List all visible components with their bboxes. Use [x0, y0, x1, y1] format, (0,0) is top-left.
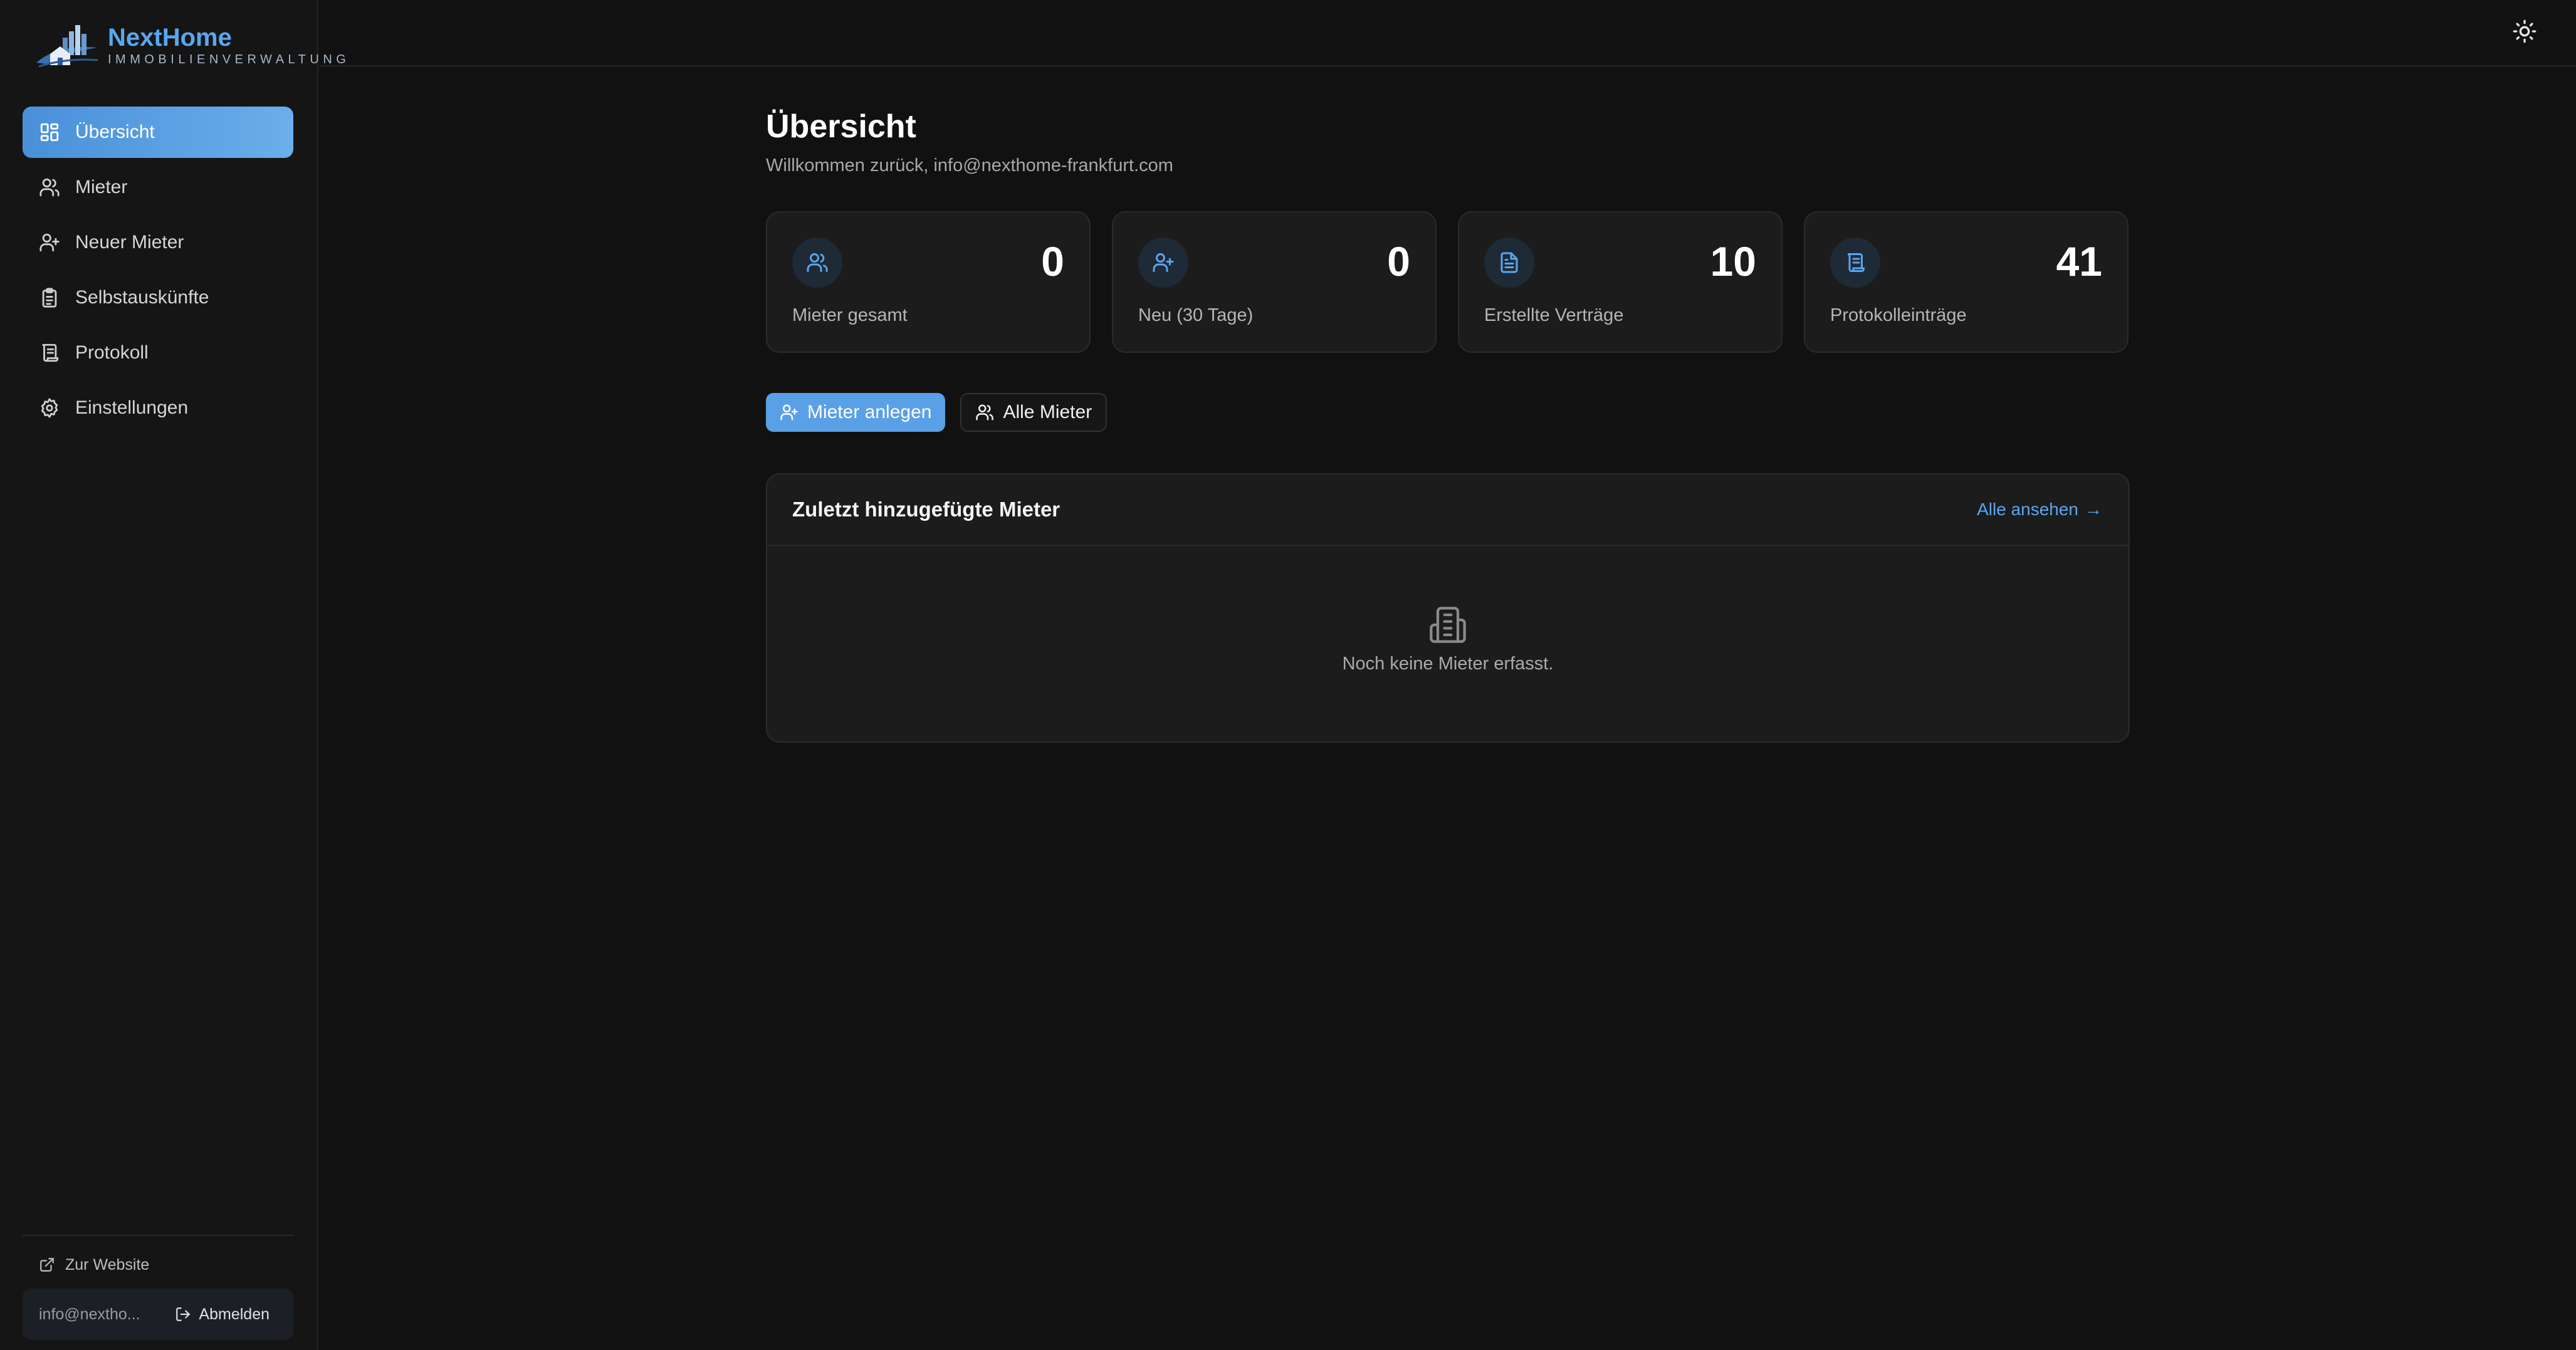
page-title: Übersicht — [766, 108, 916, 145]
add-tenant-button[interactable]: Mieter anlegen — [766, 393, 946, 432]
arrow-right-icon: → — [2085, 500, 2102, 519]
view-all-link[interactable]: Alle ansehen → — [1977, 500, 2102, 520]
sidebar-footer: Zur Website info@nextho... Abmelden — [23, 1235, 293, 1340]
sidebar-nav: Übersicht Mieter Neuer Mieter Selbstausk… — [23, 107, 293, 437]
stat-card-protokoll: 41 Protokolleinträge — [1804, 211, 2128, 353]
gear-icon — [39, 397, 60, 419]
sidebar-item-selbstauskuenfte[interactable]: Selbstauskünfte — [23, 272, 293, 323]
brand-subtitle: IMMOBILIENVERWALTUNG — [108, 53, 350, 66]
scroll-icon — [1830, 238, 1880, 288]
users-icon — [39, 177, 60, 198]
website-link-label: Zur Website — [65, 1255, 150, 1274]
stat-card-neu: 0 Neu (30 Tage) — [1112, 211, 1437, 353]
stat-value: 41 — [2056, 238, 2102, 285]
dashboard-icon — [39, 122, 60, 143]
document-icon — [1484, 238, 1534, 288]
sidebar-item-label: Übersicht — [75, 122, 155, 142]
building-icon — [1430, 607, 1466, 643]
users-icon — [792, 238, 842, 288]
recent-tenants-panel: Zuletzt hinzugefügte Mieter Alle ansehen… — [766, 473, 2130, 743]
stat-label: Mieter gesamt — [792, 305, 908, 325]
empty-state-text: Noch keine Mieter erfasst. — [1342, 654, 1554, 674]
external-link-icon — [40, 1258, 54, 1272]
stat-value: 10 — [1710, 238, 1756, 285]
sidebar-item-label: Selbstauskünfte — [75, 287, 209, 308]
sidebar-item-label: Mieter — [75, 177, 128, 197]
brand-name: NextHome — [108, 24, 232, 51]
user-box: info@nextho... Abmelden — [23, 1289, 293, 1340]
stats-row: 0 Mieter gesamt 0 Neu (30 Tage) 10 Erste… — [766, 211, 2130, 353]
page-subtitle: Willkommen zurück, info@nexthome-frankfu… — [766, 155, 1173, 175]
app-root: NextHome IMMOBILIENVERWALTUNG Übersicht … — [0, 0, 2576, 1350]
stat-label: Protokolleinträge — [1830, 305, 1967, 325]
stat-card-mieter-gesamt: 0 Mieter gesamt — [766, 211, 1091, 353]
theme-toggle-button[interactable] — [2512, 19, 2537, 44]
view-all-label: Alle ansehen — [1977, 500, 2078, 519]
panel-title: Zuletzt hinzugefügte Mieter — [792, 498, 1060, 521]
main-content: Übersicht Willkommen zurück, info@nextho… — [766, 107, 2130, 743]
all-tenants-button[interactable]: Alle Mieter — [960, 393, 1107, 432]
website-link[interactable]: Zur Website — [23, 1247, 293, 1282]
user-email: info@nextho... — [39, 1305, 140, 1323]
user-plus-icon — [39, 232, 60, 253]
sidebar-item-label: Protokoll — [75, 342, 149, 363]
logout-button[interactable]: Abmelden — [175, 1306, 270, 1324]
users-icon — [976, 404, 994, 421]
panel-header: Zuletzt hinzugefügte Mieter Alle ansehen… — [767, 474, 2128, 546]
sidebar: NextHome IMMOBILIENVERWALTUNG Übersicht … — [0, 0, 346, 1350]
sidebar-item-label: Neuer Mieter — [75, 232, 184, 253]
all-tenants-label: Alle Mieter — [1003, 402, 1092, 422]
stat-value: 0 — [1387, 238, 1410, 285]
stat-value: 0 — [1041, 238, 1064, 285]
top-bar — [320, 0, 2576, 66]
add-tenant-label: Mieter anlegen — [807, 402, 932, 422]
stat-card-vertraege: 10 Erstellte Verträge — [1458, 211, 1783, 353]
stat-label: Neu (30 Tage) — [1138, 305, 1254, 325]
sidebar-item-neuer-mieter[interactable]: Neuer Mieter — [23, 217, 293, 268]
sidebar-item-protokoll[interactable]: Protokoll — [23, 327, 293, 379]
sidebar-item-mieter[interactable]: Mieter — [23, 162, 293, 213]
logo-icon — [36, 25, 98, 68]
logout-label: Abmelden — [199, 1305, 270, 1323]
action-buttons: Mieter anlegen Alle Mieter — [766, 393, 2130, 432]
brand-logo[interactable]: NextHome IMMOBILIENVERWALTUNG — [33, 19, 350, 73]
sidebar-item-label: Einstellungen — [75, 397, 189, 418]
sidebar-item-einstellungen[interactable]: Einstellungen — [23, 382, 293, 434]
empty-state: Noch keine Mieter erfasst. — [767, 546, 2128, 674]
clipboard-icon — [39, 287, 60, 308]
scroll-icon — [39, 342, 60, 364]
user-plus-icon — [780, 404, 798, 421]
sidebar-item-uebersicht[interactable]: Übersicht — [23, 107, 293, 158]
user-plus-icon — [1138, 238, 1188, 288]
stat-label: Erstellte Verträge — [1484, 305, 1624, 325]
logout-icon — [176, 1307, 191, 1321]
sun-icon — [2513, 19, 2537, 43]
